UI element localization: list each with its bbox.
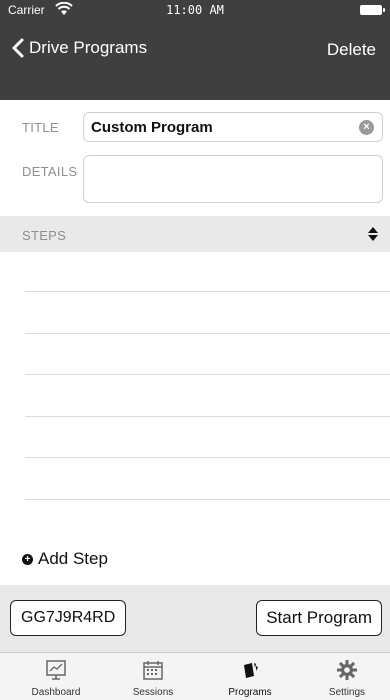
steps-list (0, 252, 390, 542)
dashboard-icon (46, 660, 66, 680)
tab-sessions-label: Sessions (132, 687, 174, 698)
nav-row: Drive Programs Delete (0, 30, 390, 70)
tab-sessions[interactable]: Sessions (108, 657, 198, 700)
chevron-left-icon (12, 38, 24, 58)
step-row-separator (25, 416, 390, 417)
program-code-button[interactable]: GG7J9R4RD (10, 600, 127, 636)
back-button[interactable]: Drive Programs (12, 38, 147, 58)
details-field[interactable] (83, 155, 383, 203)
tab-programs-label: Programs (228, 687, 272, 698)
tab-settings[interactable]: Settings (302, 657, 390, 700)
action-bar: GG7J9R4RD Start Program (0, 585, 390, 652)
tab-dashboard-label: Dashboard (31, 687, 81, 698)
status-bar: Carrier 11:00 AM (0, 0, 390, 20)
title-field[interactable]: Custom Program × (83, 112, 383, 142)
tab-bar: Dashboard Sessions Programs Settings (0, 652, 390, 700)
calendar-icon (143, 661, 163, 680)
delete-button[interactable]: Delete (327, 40, 376, 60)
title-label: TITLE (22, 120, 59, 135)
add-step-button[interactable]: + Add Step (22, 549, 108, 569)
status-time: 11:00 AM (166, 3, 224, 17)
step-row-separator (25, 457, 390, 458)
navigation-bar: Carrier 11:00 AM Drive Programs Delete (0, 0, 390, 100)
start-program-button[interactable]: Start Program (256, 600, 382, 636)
steps-header-label: STEPS (22, 228, 67, 243)
details-label: DETAILS (22, 164, 78, 179)
tab-programs[interactable]: Programs (205, 657, 295, 700)
add-step-label: Add Step (38, 549, 108, 568)
sort-icon[interactable] (367, 226, 379, 242)
battery-icon (360, 5, 385, 15)
step-row-separator (25, 291, 390, 292)
step-row-separator (25, 374, 390, 375)
title-value: Custom Program (91, 119, 213, 136)
tab-settings-label: Settings (328, 687, 366, 698)
tab-dashboard[interactable]: Dashboard (11, 657, 101, 700)
programs-icon (244, 663, 258, 678)
back-button-label: Drive Programs (29, 38, 148, 57)
steps-section-header: STEPS (0, 216, 390, 252)
clear-icon[interactable]: × (359, 120, 374, 135)
gear-icon (337, 660, 357, 680)
step-row-separator (25, 499, 390, 500)
plus-icon: + (22, 553, 33, 565)
program-form: TITLE Custom Program × DETAILS (0, 100, 390, 215)
step-row-separator (25, 333, 390, 334)
